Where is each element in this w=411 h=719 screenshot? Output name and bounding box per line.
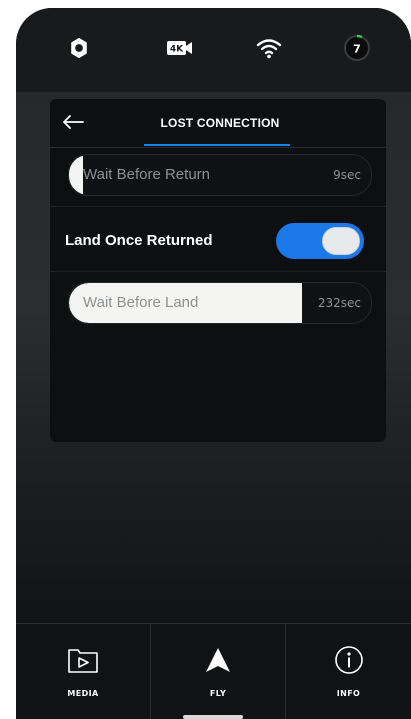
title-underline [144,144,290,146]
wifi-icon[interactable] [255,34,283,62]
wait-before-land-label: Wait Before Land [83,294,199,311]
back-button[interactable] [58,109,88,135]
nav-fly[interactable]: FLY [151,624,285,719]
toggle-knob [322,227,360,255]
land-once-returned-toggle[interactable] [276,223,364,259]
camera-4k-icon[interactable]: 4K [166,34,194,62]
bottom-navigation: MEDIA FLY INFO [16,623,411,719]
lost-connection-panel: LOST CONNECTION Wait Before Return 9sec … [50,99,386,442]
nav-fly-label: FLY [209,689,227,698]
wait-before-return-value: 9sec [333,168,361,182]
panel-title: LOST CONNECTION [160,116,280,130]
nav-media-label: MEDIA [67,689,99,698]
media-folder-icon [66,644,100,676]
top-status-bar: 4K 7 [16,8,411,92]
battery-ring-icon[interactable]: 7 [343,34,371,62]
divider [50,206,386,207]
info-icon [332,644,366,676]
wait-before-return-slider[interactable]: Wait Before Return 9sec [68,154,372,196]
fly-arrow-icon [201,644,235,676]
wait-before-land-value: 232sec [317,296,361,310]
slider-fill [69,155,83,195]
battery-count: 7 [353,43,361,56]
wait-before-return-label: Wait Before Return [83,166,210,183]
nav-media[interactable]: MEDIA [16,624,150,719]
panel-header: LOST CONNECTION [50,99,386,148]
gear-icon[interactable] [65,34,93,62]
wait-before-land-slider[interactable]: Wait Before Land 232sec [68,282,372,324]
nav-info[interactable]: INFO [286,624,411,719]
divider [50,271,386,272]
land-once-returned-label: Land Once Returned [65,232,213,249]
app-screen: 4K 7 LOST CONNECTION Wait Before Return … [16,8,411,719]
arrow-left-icon [63,115,84,129]
home-indicator [183,715,243,719]
nav-info-label: INFO [336,689,361,698]
camera-badge-text: 4K [170,45,184,55]
